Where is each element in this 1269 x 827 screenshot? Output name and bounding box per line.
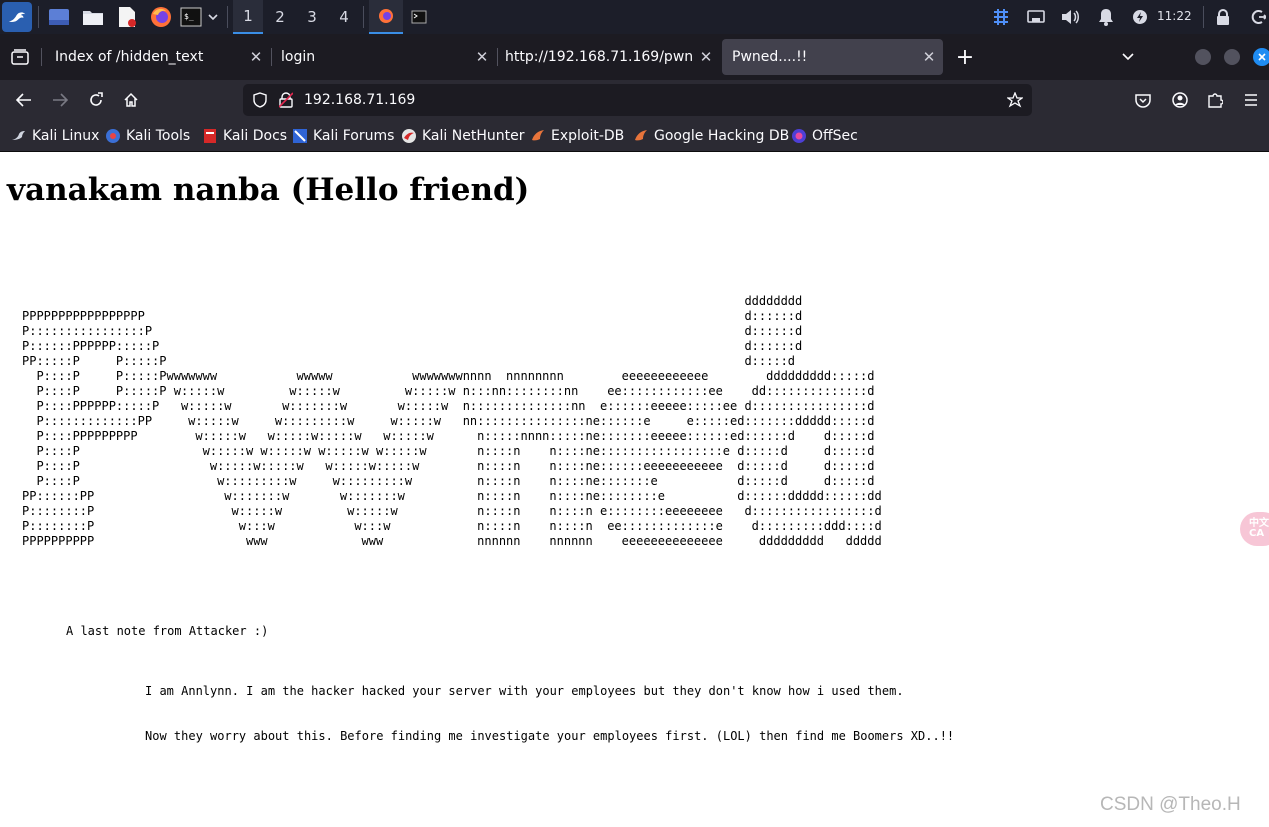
kali-dragon-icon	[11, 128, 27, 144]
tab-pwned-url[interactable]: http://192.168.71.169/pwned. ✕	[495, 39, 720, 75]
attacker-note-heading: A last note from Attacker :)	[66, 624, 269, 638]
offsec-icon	[791, 128, 807, 144]
tab-pwned-active[interactable]: Pwned....!! ✕	[722, 39, 943, 75]
attacker-note-line: Now they worry about this. Before findin…	[145, 729, 955, 743]
network-icon[interactable]	[1024, 4, 1048, 30]
bookmark-label: Google Hacking DB	[654, 128, 790, 144]
csdn-watermark: CSDN @Theo.H	[1100, 794, 1241, 815]
bookmark-kali-forums[interactable]: Kali Forums	[292, 127, 394, 145]
bookmark-exploit-db[interactable]: Exploit-DB	[530, 127, 624, 145]
chevron-down-icon[interactable]	[205, 4, 221, 30]
url-text[interactable]: 192.168.71.169	[304, 92, 415, 108]
lock-screen-icon[interactable]	[1211, 4, 1235, 30]
tab-title: login	[281, 49, 316, 65]
tab-login[interactable]: login ✕	[271, 39, 496, 75]
hamburger-menu-icon[interactable]	[1237, 86, 1265, 114]
bookmark-kali-linux[interactable]: Kali Linux	[11, 127, 99, 145]
taskbar-firefox-window[interactable]	[369, 0, 403, 34]
firefox-view-icon[interactable]	[8, 45, 32, 69]
window-minimize-button[interactable]	[1195, 49, 1211, 65]
close-icon[interactable]: ✕	[468, 48, 496, 66]
bookmark-offsec[interactable]: OffSec	[791, 127, 858, 145]
reload-button[interactable]	[82, 86, 110, 114]
show-desktop-icon[interactable]	[46, 4, 72, 30]
forward-button[interactable]	[46, 86, 74, 114]
input-method-icon[interactable]	[988, 4, 1014, 30]
kali-tools-icon	[105, 128, 121, 144]
list-all-tabs-chevron-icon[interactable]	[1116, 45, 1140, 69]
ghdb-icon	[633, 128, 649, 144]
file-manager-icon[interactable]	[80, 4, 106, 30]
bookmark-star-icon[interactable]	[1005, 91, 1025, 109]
insecure-lock-icon[interactable]	[277, 91, 295, 109]
bookmark-label: Kali Tools	[126, 128, 191, 144]
browser-navigation-bar: 192.168.71.169	[0, 80, 1269, 120]
pocket-icon[interactable]	[1129, 86, 1157, 114]
browser-tab-strip: Index of /hidden_text ✕ login ✕ http://1…	[0, 34, 1269, 80]
bookmark-label: Exploit-DB	[551, 128, 625, 144]
kali-docs-icon	[202, 128, 218, 144]
attacker-note-line: I am Annlynn. I am the hacker hacked you…	[145, 684, 904, 698]
bookmark-label: OffSec	[812, 128, 858, 144]
translate-pill-text: CA	[1249, 528, 1265, 539]
home-button[interactable]	[117, 86, 145, 114]
kali-menu-icon[interactable]	[2, 2, 32, 32]
workspace-1[interactable]: 1	[233, 0, 263, 34]
taskbar-terminal-window[interactable]	[405, 0, 433, 34]
bookmark-google-hacking-db[interactable]: Google Hacking DB	[633, 127, 789, 145]
window-maximize-button[interactable]	[1224, 49, 1240, 65]
panel-clock[interactable]: 11:22	[1157, 9, 1192, 23]
workspace-3[interactable]: 3	[297, 0, 327, 34]
back-button[interactable]	[10, 86, 38, 114]
extensions-puzzle-icon[interactable]	[1201, 86, 1229, 114]
tab-title: http://192.168.71.169/pwned.	[505, 49, 692, 65]
terminal-launcher-icon[interactable]: $_	[179, 4, 203, 30]
tab-title: Index of /hidden_text	[55, 49, 204, 65]
close-icon[interactable]: ✕	[915, 48, 943, 66]
window-close-button[interactable]	[1253, 48, 1269, 66]
tab-index-hidden-text[interactable]: Index of /hidden_text ✕	[45, 39, 270, 75]
power-manager-icon[interactable]	[1128, 4, 1152, 30]
bookmark-label: Kali Linux	[32, 128, 100, 144]
workspace-2[interactable]: 2	[265, 0, 295, 34]
firefox-launcher-icon[interactable]	[148, 4, 174, 30]
exploit-db-icon	[530, 128, 546, 144]
account-icon[interactable]	[1166, 86, 1194, 114]
bookmark-label: Kali Forums	[313, 128, 395, 144]
attacker-note-body: I am Annlynn. I am the hacker hacked you…	[145, 654, 954, 774]
page-heading: vanakam nanba (Hello friend)	[7, 172, 530, 208]
kali-forums-icon	[292, 128, 308, 144]
close-icon[interactable]: ✕	[692, 48, 720, 66]
tracking-protection-shield-icon[interactable]	[251, 91, 269, 109]
volume-icon[interactable]	[1058, 4, 1082, 30]
translate-extension-button[interactable]: 中文 CA	[1240, 512, 1269, 546]
bookmark-kali-docs[interactable]: Kali Docs	[202, 127, 287, 145]
notifications-bell-icon[interactable]	[1094, 4, 1118, 30]
svg-text:$_: $_	[184, 12, 194, 21]
close-icon[interactable]: ✕	[242, 48, 270, 66]
text-editor-icon[interactable]	[114, 4, 140, 30]
url-bar[interactable]: 192.168.71.169	[243, 84, 1032, 116]
bookmarks-toolbar: Kali Linux Kali Tools Kali Docs Kali For…	[0, 120, 1269, 152]
kali-nethunter-icon	[401, 128, 417, 144]
logout-icon[interactable]	[1246, 4, 1269, 30]
ascii-art-banner: dddddddd PPPPPPPPPPPPPPPPP d::::::d P:::…	[22, 294, 882, 548]
tab-title: Pwned....!!	[732, 49, 808, 65]
new-tab-button[interactable]: +	[952, 43, 978, 71]
web-page-content: vanakam nanba (Hello friend) dddddddd PP…	[0, 152, 1269, 827]
bookmark-kali-tools[interactable]: Kali Tools	[105, 127, 190, 145]
bookmark-label: Kali Docs	[223, 128, 288, 144]
bookmark-kali-nethunter[interactable]: Kali NetHunter	[401, 127, 524, 145]
bookmark-label: Kali NetHunter	[422, 128, 525, 144]
desktop-top-panel: $_ 1 2 3 4 11:22	[0, 0, 1269, 34]
workspace-4[interactable]: 4	[329, 0, 359, 34]
